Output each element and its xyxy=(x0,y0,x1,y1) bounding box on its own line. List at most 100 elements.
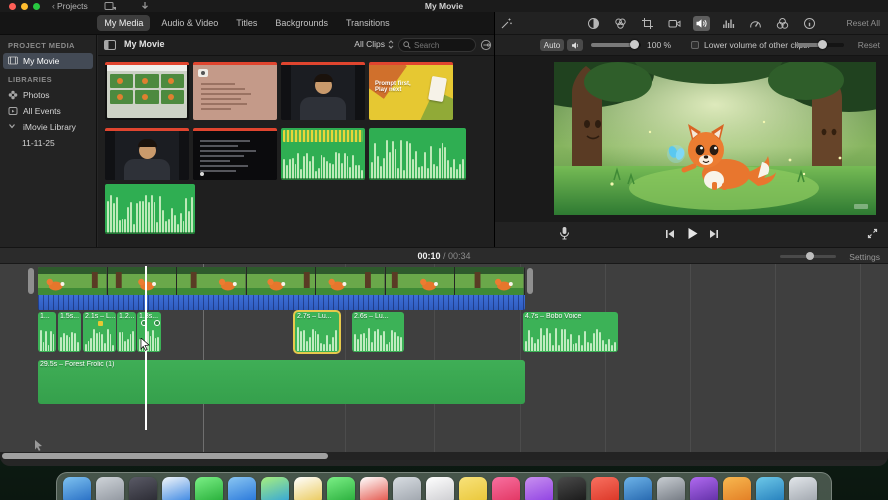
waveform xyxy=(297,326,337,351)
adjustment-toolbar: Reset All xyxy=(495,12,888,35)
mute-button[interactable] xyxy=(567,39,583,51)
video-frame-5 xyxy=(316,267,386,295)
clip-trim-handle-right[interactable] xyxy=(527,268,533,294)
podcasts-dock-icon[interactable] xyxy=(525,477,553,500)
lower-volume-slider[interactable] xyxy=(796,40,844,49)
mail-dock-icon[interactable] xyxy=(228,477,256,500)
pages-dock-icon[interactable] xyxy=(723,477,751,500)
safari-dock-icon[interactable] xyxy=(162,477,190,500)
voiceover-mic-icon[interactable] xyxy=(559,226,570,241)
clip-filter-icon[interactable] xyxy=(774,16,791,31)
previous-frame-button[interactable] xyxy=(665,229,675,239)
fox-gallery-webpage-clip[interactable] xyxy=(105,62,189,120)
speed-icon[interactable] xyxy=(747,16,764,31)
reset-button[interactable]: Reset xyxy=(858,40,880,50)
sidebar-toggle-icon[interactable] xyxy=(104,40,116,50)
clip-filter-dropdown[interactable]: All Clips xyxy=(354,39,394,49)
time-separator: / xyxy=(442,251,446,261)
calendar-dock-icon[interactable] xyxy=(360,477,388,500)
presenter-clip[interactable] xyxy=(281,62,365,120)
settings-dock-icon[interactable] xyxy=(657,477,685,500)
reminders-dock-icon[interactable] xyxy=(426,477,454,500)
clip-trim-handle-left[interactable] xyxy=(28,268,34,294)
timeline-audio-clip-1-5s[interactable]: 1.5s... xyxy=(58,312,81,352)
sidebar-item-my-movie[interactable]: My Movie xyxy=(3,53,93,69)
lower-volume-checkbox[interactable] xyxy=(691,41,699,49)
stabilization-icon[interactable] xyxy=(666,16,683,31)
volume-slider[interactable] xyxy=(591,40,641,49)
auto-volume-button[interactable]: Auto xyxy=(540,39,564,51)
volume-icon[interactable] xyxy=(693,16,710,31)
color-correction-icon[interactable] xyxy=(612,16,629,31)
keynote-dock-icon[interactable] xyxy=(756,477,784,500)
contacts-dock-icon[interactable] xyxy=(393,477,421,500)
info-icon[interactable] xyxy=(801,16,818,31)
audio-clip-1[interactable] xyxy=(281,128,365,180)
timeline-audio-clip-2-6s-lu[interactable]: 2.6s – Lu... xyxy=(352,312,404,352)
adjustment-tools xyxy=(585,16,818,31)
enhance-wand-icon[interactable] xyxy=(500,17,513,30)
search-field[interactable] xyxy=(398,38,476,52)
notes-dock-icon[interactable] xyxy=(459,477,487,500)
messages-dock-icon[interactable] xyxy=(195,477,223,500)
facetime-dock-icon[interactable] xyxy=(327,477,355,500)
play-button[interactable] xyxy=(686,227,699,240)
sidebar-item-photos[interactable]: Photos xyxy=(0,87,96,103)
tv-dock-icon[interactable] xyxy=(558,477,586,500)
tab-transitions[interactable]: Transitions xyxy=(339,15,397,31)
timeline-settings-button[interactable]: Settings xyxy=(849,252,880,262)
range-marker xyxy=(105,128,189,131)
crop-icon[interactable] xyxy=(639,16,656,31)
clip-label: 1.2... xyxy=(119,313,135,320)
color-balance-icon[interactable] xyxy=(585,16,602,31)
audio-clip-3[interactable] xyxy=(105,184,195,234)
sidebar-item-imovie-library[interactable]: iMovie Library xyxy=(0,119,96,135)
tab-backgrounds[interactable]: Backgrounds xyxy=(268,15,335,31)
search-icon xyxy=(403,41,411,49)
siri-dock-icon[interactable] xyxy=(129,477,157,500)
tab-titles[interactable]: Titles xyxy=(229,15,264,31)
news-dock-icon[interactable] xyxy=(591,477,619,500)
timeline-scrollbar[interactable] xyxy=(0,452,888,460)
timeline-audio-clip-4-7s-bobo-voice[interactable]: 4.7s – Bobo Voice xyxy=(523,312,618,352)
timeline-music-clip[interactable]: 29.5s – Forest Frolic (1) xyxy=(38,360,525,404)
sidebar-item-11-11-25[interactable]: 11-11-25 xyxy=(0,135,96,151)
maps-dock-icon[interactable] xyxy=(261,477,289,500)
dock xyxy=(56,472,832,500)
reset-all-button[interactable]: Reset All xyxy=(846,18,880,28)
audio-clip-2[interactable] xyxy=(369,128,466,180)
clip-appearance-icon[interactable] xyxy=(480,39,492,51)
speaker-icon xyxy=(571,41,578,49)
scrollbar-thumb[interactable] xyxy=(2,453,328,459)
tab-audio-video[interactable]: Audio & Video xyxy=(154,15,225,31)
yellow-slide-clip[interactable]: Prompt first, Play next xyxy=(369,62,453,120)
clip-label: 1... xyxy=(40,313,50,320)
timeline-audio-clip-1[interactable]: 1... xyxy=(38,312,56,352)
appstore-dock-icon[interactable] xyxy=(624,477,652,500)
timeline-gridline xyxy=(860,264,861,452)
trash-dock-icon[interactable] xyxy=(789,477,817,500)
music-dock-icon[interactable] xyxy=(492,477,520,500)
timeline-audio-clip-1-2[interactable]: 1.2... xyxy=(117,312,136,352)
fullscreen-icon[interactable] xyxy=(867,228,878,239)
timeline-video-clip[interactable] xyxy=(38,267,525,295)
fade-handle-icon[interactable] xyxy=(153,320,160,326)
timeline-video-audio-waveform[interactable] xyxy=(38,295,525,310)
code-window-clip[interactable] xyxy=(193,128,277,180)
launchpad-dock-icon[interactable] xyxy=(96,477,124,500)
next-frame-button[interactable] xyxy=(709,229,719,239)
waveform xyxy=(283,150,363,179)
photos-dock-icon[interactable] xyxy=(294,477,322,500)
timeline-zoom-slider[interactable] xyxy=(780,252,836,260)
noise-reduction-icon[interactable] xyxy=(720,16,737,31)
presenter-clip-2[interactable] xyxy=(105,128,189,180)
tab-my-media[interactable]: My Media xyxy=(97,15,151,31)
browser-thumbnails: Prompt first, Play next xyxy=(98,56,494,247)
notes-document-clip[interactable] xyxy=(193,62,277,120)
timeline-audio-clip-2-7s-lu[interactable]: 2.7s – Lu... xyxy=(295,312,339,352)
finder-dock-icon[interactable] xyxy=(63,477,91,500)
timeline-audio-clip-2-1s-l[interactable]: 2.1s – L... xyxy=(83,312,116,352)
imovie-dock-icon[interactable] xyxy=(690,477,718,500)
sidebar-item-all-events[interactable]: All Events xyxy=(0,103,96,119)
search-input[interactable] xyxy=(414,40,470,50)
